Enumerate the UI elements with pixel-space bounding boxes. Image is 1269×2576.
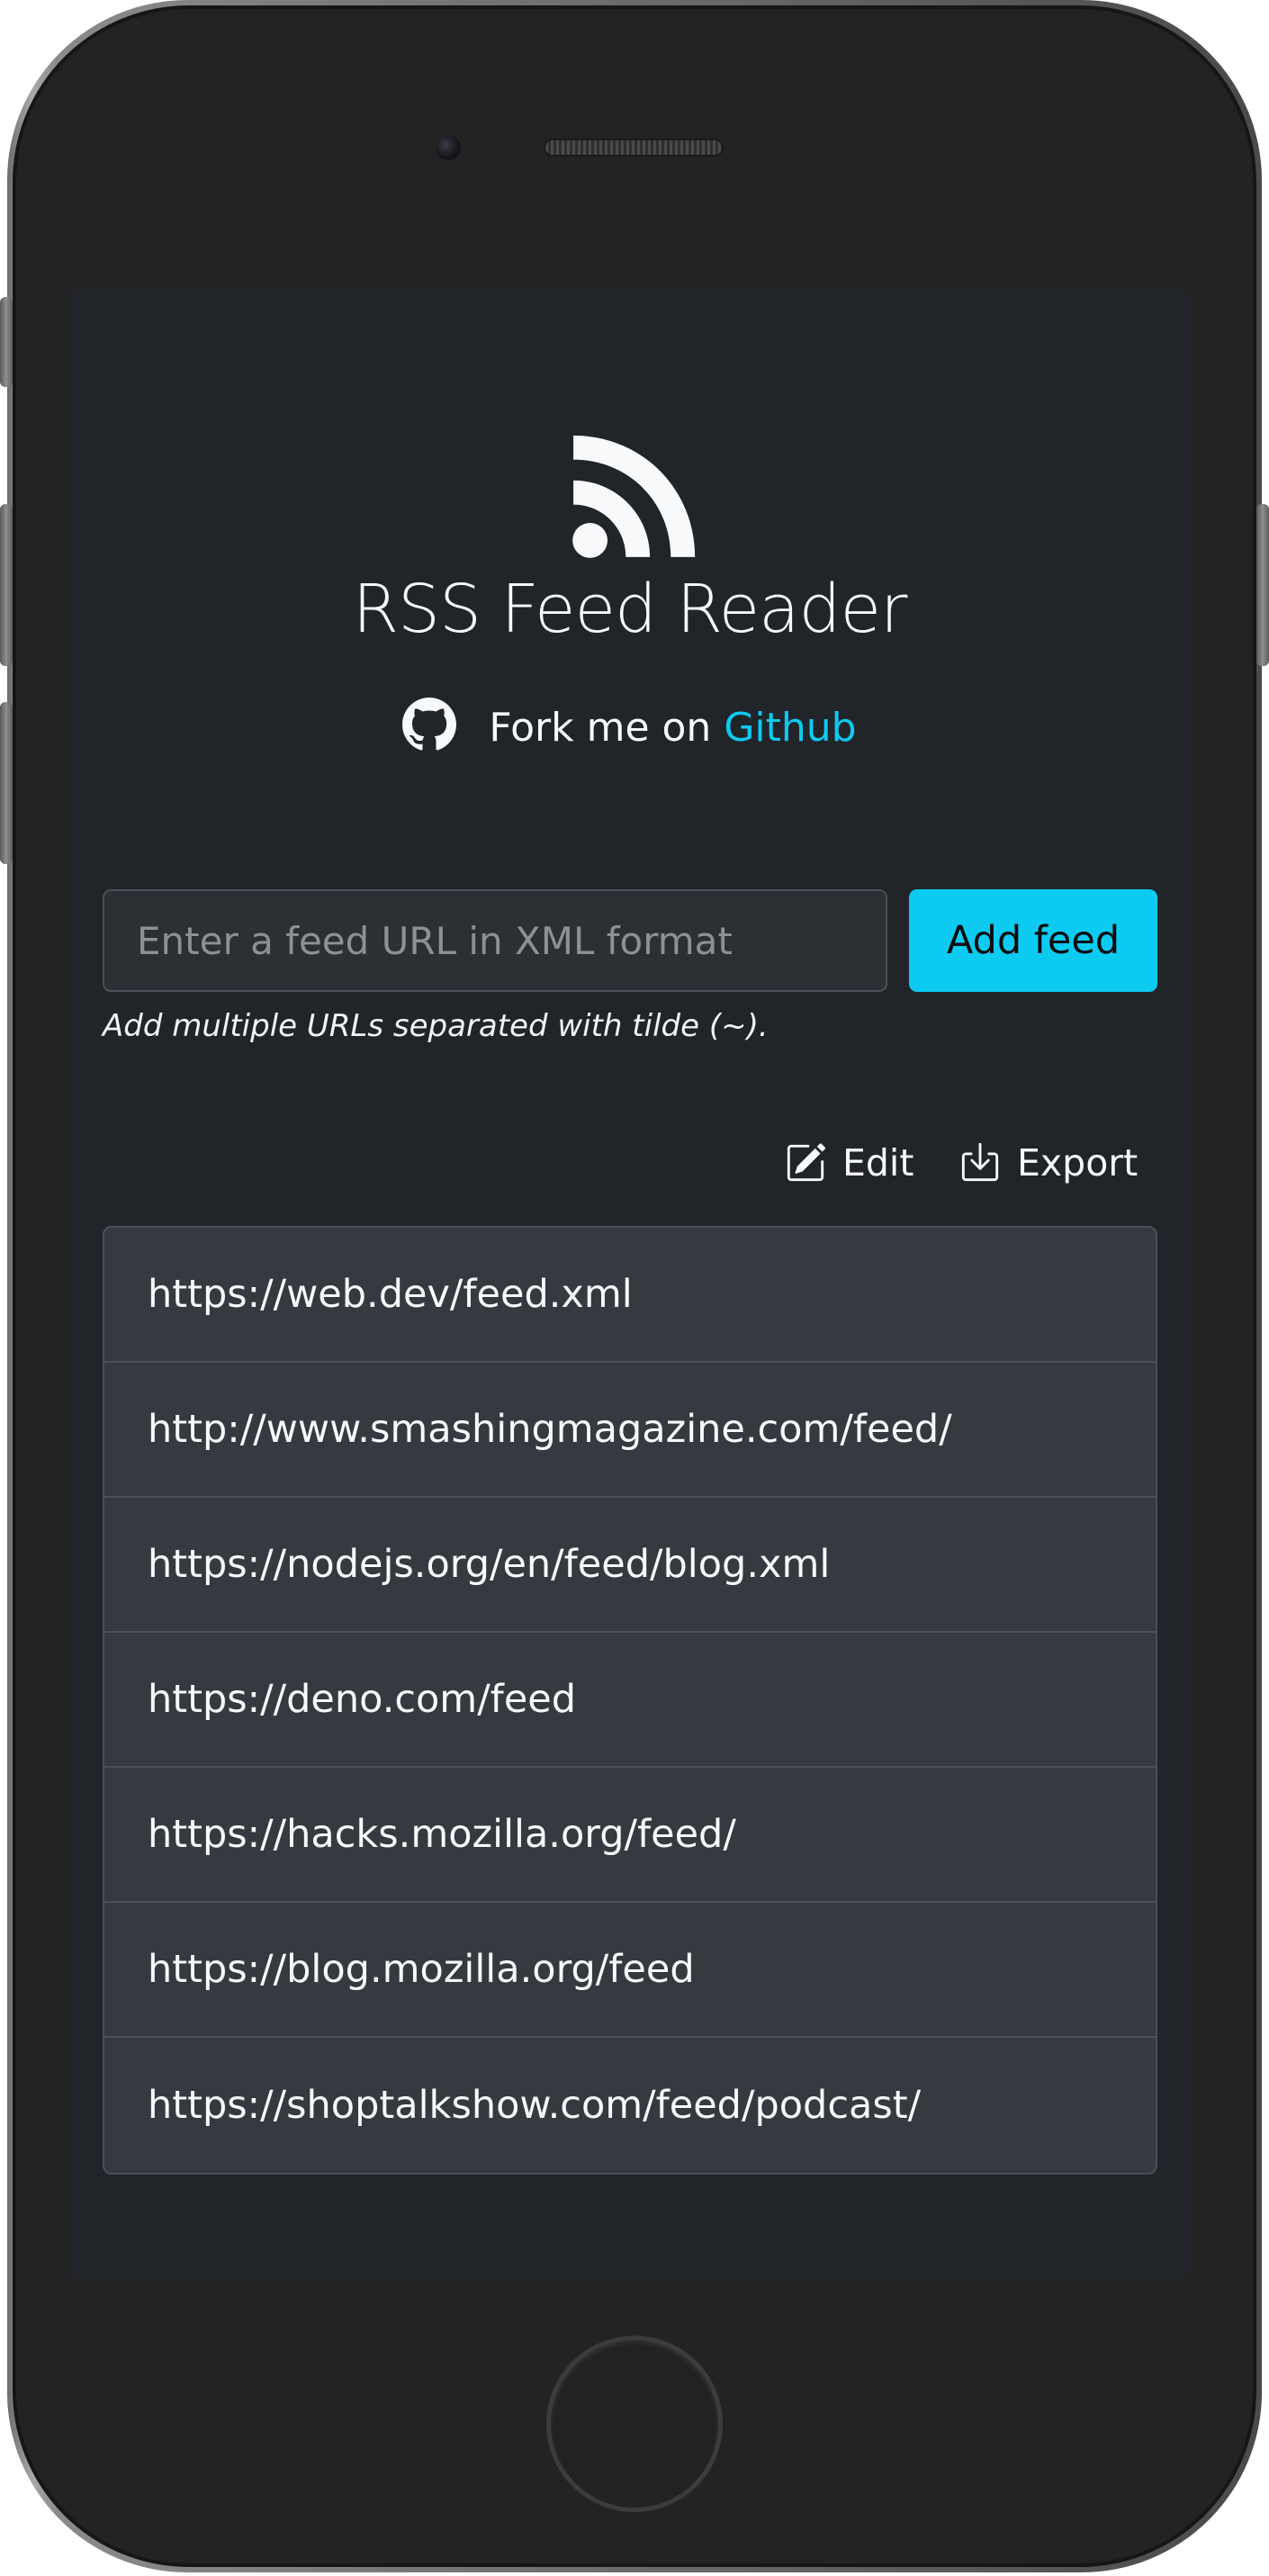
edit-label: Edit: [842, 1141, 914, 1184]
front-camera: [436, 135, 461, 160]
feed-list-item[interactable]: https://deno.com/feed: [104, 1633, 1156, 1768]
app-screen: RSS Feed Reader Fork me on Github Add fe…: [70, 290, 1189, 2278]
power-button: [1256, 504, 1269, 666]
feed-list-item[interactable]: https://blog.mozilla.org/feed: [104, 1903, 1156, 2038]
feed-list-item[interactable]: https://web.dev/feed.xml: [104, 1228, 1156, 1363]
github-link[interactable]: Github: [724, 705, 856, 751]
earpiece-speaker: [544, 139, 724, 157]
add-feed-button[interactable]: Add feed: [909, 889, 1157, 992]
edit-button[interactable]: Edit: [785, 1134, 914, 1192]
feed-url-input[interactable]: [103, 889, 887, 992]
feed-list-item[interactable]: https://nodejs.org/en/feed/blog.xml: [104, 1498, 1156, 1633]
download-icon: [961, 1142, 999, 1182]
home-button[interactable]: [546, 2336, 723, 2512]
logo: [70, 434, 1189, 571]
export-label: Export: [1017, 1141, 1138, 1184]
github-icon: [402, 698, 457, 751]
rss-icon: [572, 435, 695, 558]
feed-list-item[interactable]: https://shoptalkshow.com/feed/podcast/: [104, 2038, 1156, 2173]
feed-list-item[interactable]: http://www.smashingmagazine.com/feed/: [104, 1363, 1156, 1498]
fork-me-row: Fork me on Github: [70, 698, 1189, 756]
edit-icon: [787, 1143, 825, 1182]
feed-list-item[interactable]: https://hacks.mozilla.org/feed/: [104, 1768, 1156, 1903]
input-hint: Add multiple URLs separated with tilde (…: [103, 1008, 769, 1044]
volume-down-button: [0, 702, 13, 864]
volume-up-button: [0, 504, 13, 666]
fork-text: Fork me on: [489, 705, 712, 751]
page-title: RSS Feed Reader: [352, 571, 908, 648]
feed-list: https://web.dev/feed.xml http://www.smas…: [103, 1226, 1157, 2175]
mute-switch: [0, 297, 13, 387]
export-button[interactable]: Export: [959, 1134, 1138, 1192]
